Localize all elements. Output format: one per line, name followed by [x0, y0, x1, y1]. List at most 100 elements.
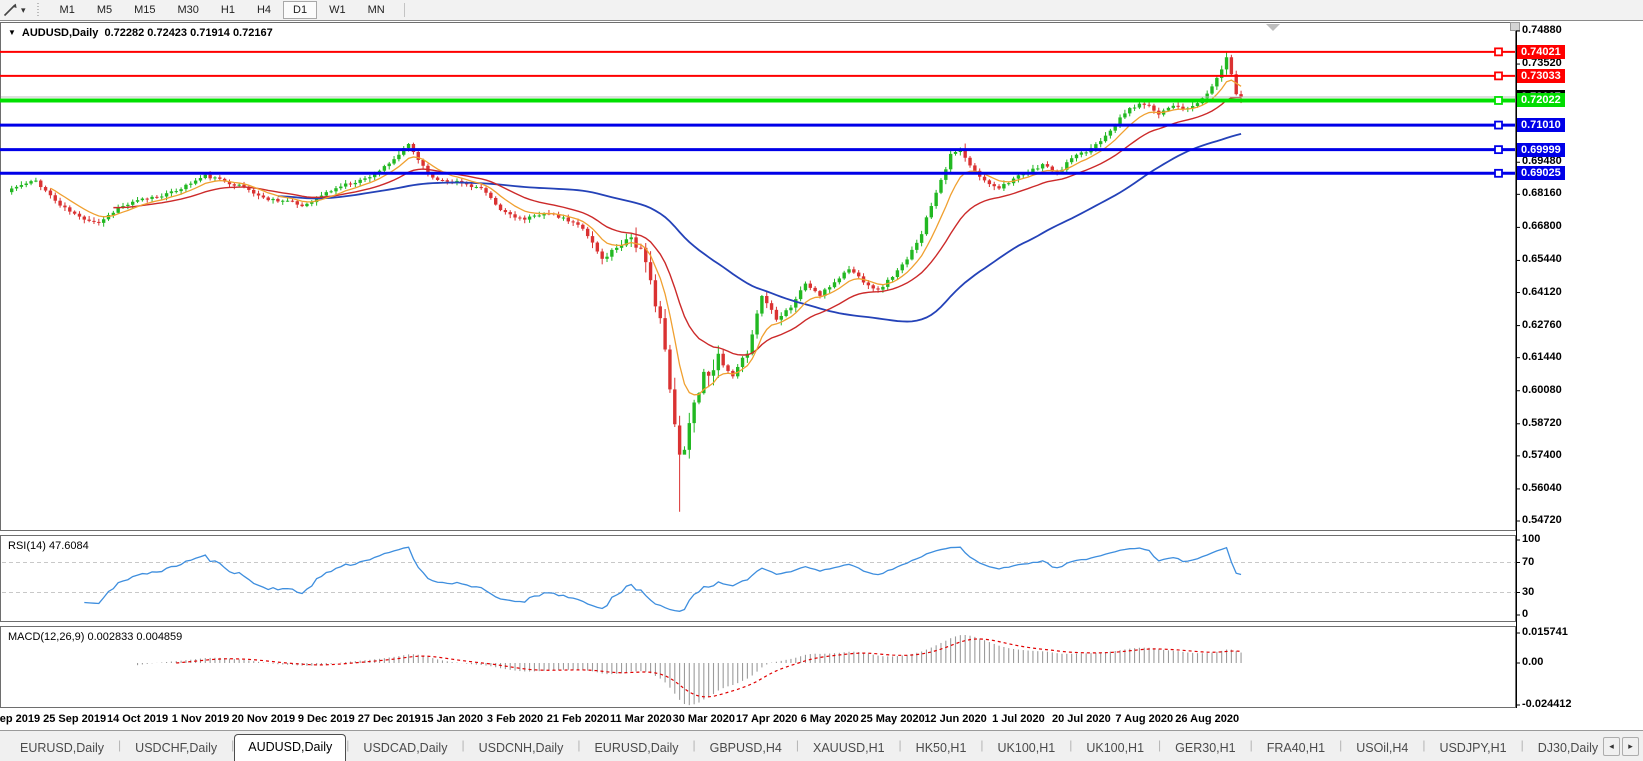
hline-handle[interactable] — [1494, 168, 1503, 178]
price-tag[interactable]: 0.72022 — [1517, 93, 1565, 108]
timeframe-button-h4[interactable]: H4 — [247, 1, 281, 19]
tab-xauusd-h1[interactable]: XAUUSD,H1 — [799, 736, 899, 761]
timeframe-button-m15[interactable]: M15 — [124, 1, 165, 19]
price-tag[interactable]: 0.69025 — [1517, 166, 1565, 181]
tab-scroll-right-button[interactable]: ▸ — [1622, 736, 1639, 756]
hline-handle[interactable] — [1494, 96, 1503, 105]
price-axis-tick-label: 0.61440 — [1522, 350, 1562, 363]
time-axis-label: 21 Feb 2020 — [546, 713, 610, 725]
candle-body — [615, 247, 619, 250]
tab-audusd-daily[interactable]: AUDUSD,Daily — [234, 734, 347, 761]
tab-usdchf-daily[interactable]: USDCHF,Daily — [121, 736, 231, 761]
tab-uk100-h1[interactable]: UK100,H1 — [1072, 736, 1158, 761]
price-axis-tick-label: 0.54720 — [1522, 514, 1562, 526]
candle-body — [324, 192, 328, 196]
chart-title-collapse-icon[interactable]: ▼ — [8, 28, 16, 37]
time-axis-label: 27 Dec 2019 — [357, 713, 421, 725]
candle-body — [871, 285, 875, 289]
chart-tabs-bar: EURUSD,Daily | USDCHF,Daily | AUDUSD,Daily | U… — [0, 730, 1643, 761]
chart-tabs: EURUSD,Daily | USDCHF,Daily | AUDUSD,Daily | U… — [0, 731, 1599, 761]
candle-body — [198, 178, 203, 181]
rsi-pane[interactable] — [0, 535, 1516, 622]
tab-scroll-controls: ◂ ▸ — [1599, 731, 1643, 761]
timeframe-button-h1[interactable]: H1 — [211, 1, 245, 19]
hline-handle[interactable] — [1494, 120, 1503, 130]
candle-body — [387, 163, 391, 167]
price-tag[interactable]: 0.73033 — [1517, 68, 1565, 83]
tab-eurusd-daily[interactable]: EURUSD,Daily — [580, 736, 692, 761]
candle-body — [673, 389, 677, 425]
price-tag[interactable]: 0.71010 — [1517, 118, 1565, 133]
trendline-tool-icon[interactable] — [2, 2, 18, 18]
candle-body — [213, 177, 217, 179]
candle-body — [237, 184, 241, 186]
candle-body — [131, 201, 135, 205]
hline-handle[interactable] — [1494, 71, 1503, 81]
tab-usdcad-daily[interactable]: USDCAD,Daily — [349, 736, 461, 761]
chart-canvas[interactable] — [0, 0, 1643, 761]
tab-gbpusd-h4[interactable]: GBPUSD,H4 — [696, 736, 796, 761]
time-axis-label: 17 Apr 2020 — [736, 713, 798, 725]
tab-fra40-h1[interactable]: FRA40,H1 — [1253, 736, 1339, 761]
price-tag[interactable]: 0.74021 — [1517, 44, 1565, 59]
candle-body — [189, 183, 193, 185]
candle-body — [1036, 168, 1040, 170]
timeframe-button-m1[interactable]: M1 — [50, 1, 85, 19]
timeframe-button-d1[interactable]: D1 — [283, 1, 318, 19]
candle-body — [14, 186, 19, 189]
candle-body — [1205, 93, 1209, 99]
tab-usdjpy-h1[interactable]: USDJPY,H1 — [1425, 736, 1520, 761]
candle-body — [1171, 105, 1175, 108]
candle-body — [663, 318, 667, 350]
rsi-axis-label: 70 — [1522, 555, 1535, 568]
candle-body — [784, 310, 788, 316]
tab-usdcnh-daily[interactable]: USDCNH,Daily — [465, 736, 578, 761]
candle-body — [1074, 154, 1079, 159]
candle-body — [184, 184, 188, 190]
candle-body — [523, 217, 527, 220]
ohlc-high: 0.72423 — [147, 27, 188, 39]
timeframe-button-w1[interactable]: W1 — [319, 1, 356, 19]
tab-scroll-left-button[interactable]: ◂ — [1603, 736, 1620, 756]
candle-body — [489, 192, 493, 198]
toolbar-separator — [403, 3, 405, 17]
candle-body — [358, 179, 362, 183]
candle-body — [866, 282, 871, 286]
time-axis-label: 1 Nov 2019 — [171, 713, 230, 725]
candle-body — [281, 200, 285, 202]
candle-body — [68, 207, 72, 212]
tab-uk100-h1[interactable]: UK100,H1 — [984, 736, 1070, 761]
candle-body — [97, 221, 101, 223]
candle-body — [576, 222, 580, 225]
timeframe-button-m30[interactable]: M30 — [168, 1, 209, 19]
macd-pane[interactable] — [0, 626, 1516, 708]
tab-ger30-h1[interactable]: GER30,H1 — [1161, 736, 1249, 761]
candle-body — [1079, 152, 1084, 155]
candle-body — [126, 204, 130, 207]
hline-handle[interactable] — [1494, 47, 1503, 57]
candle-body — [895, 270, 900, 277]
tool-dropdown-caret-icon[interactable]: ▾ — [21, 5, 26, 16]
candle-body — [600, 251, 604, 259]
candle-body — [39, 180, 43, 188]
price-axis-tick-label: 0.57400 — [1522, 448, 1562, 461]
rsi-axis-label: 100 — [1522, 533, 1541, 545]
tab-eurusd-daily[interactable]: EURUSD,Daily — [6, 736, 118, 761]
candle-body — [382, 166, 387, 171]
tab-hk50-h1[interactable]: HK50,H1 — [902, 736, 981, 761]
macd-axis-label: 0.015741 — [1522, 626, 1568, 638]
price-tag[interactable]: 0.69999 — [1517, 142, 1565, 157]
hline-handle[interactable] — [1494, 145, 1503, 155]
time-axis-label: 3 Feb 2020 — [486, 713, 544, 725]
candle-body — [1132, 107, 1137, 109]
time-axis[interactable]: 6 Sep 201925 Sep 201914 Oct 20191 Nov 20… — [0, 708, 1643, 731]
candle-body — [827, 287, 832, 290]
time-axis-label: 12 Jun 2020 — [924, 713, 987, 725]
tab-usoil-h4[interactable]: USOil,H4 — [1342, 736, 1422, 761]
ohlc-close: 0.72167 — [232, 27, 273, 39]
timeframe-button-m5[interactable]: M5 — [87, 1, 122, 19]
timeframe-button-mn[interactable]: MN — [358, 1, 395, 19]
candle-body — [72, 211, 77, 214]
candle-body — [900, 264, 904, 271]
tab-dj30-daily[interactable]: DJ30,Daily — [1524, 736, 1599, 761]
